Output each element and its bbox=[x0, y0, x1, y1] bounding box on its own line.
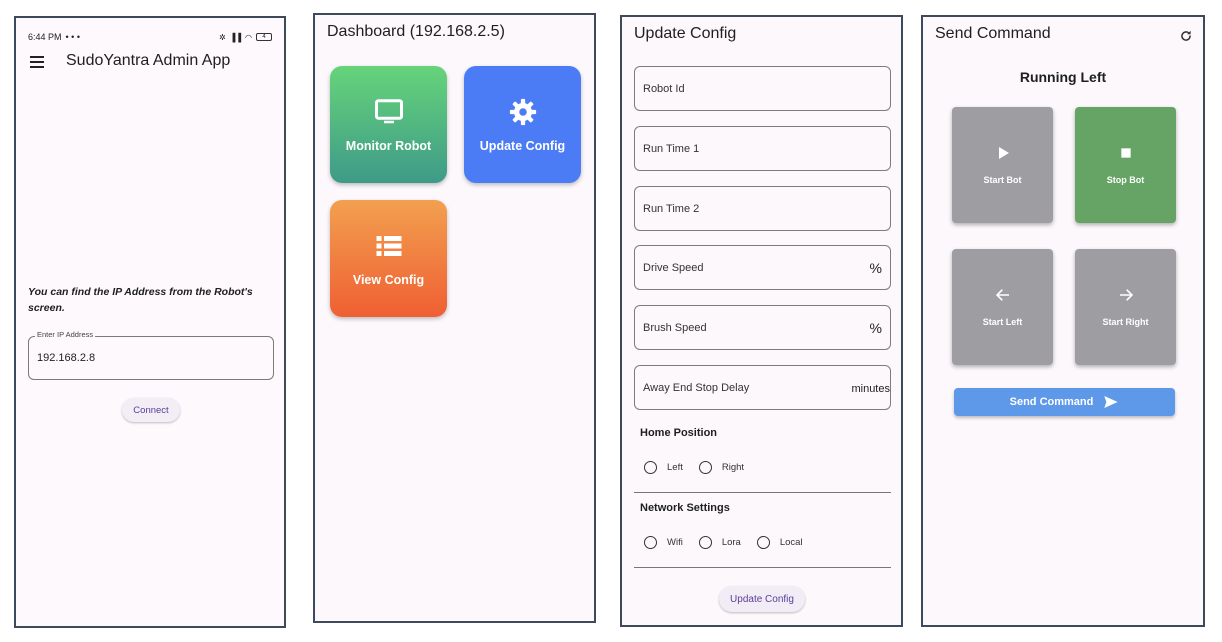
page-title: Send Command bbox=[935, 25, 1051, 42]
ip-address-input[interactable]: Enter IP Address 192.168.2.8 bbox=[28, 330, 274, 380]
update-config-tile[interactable]: Update Config bbox=[464, 66, 581, 183]
field-label: Run Time 1 bbox=[643, 143, 700, 155]
app-title: SudoYantra Admin App bbox=[66, 52, 231, 69]
send-command-label: Send Command bbox=[1009, 396, 1094, 408]
field-label: Run Time 2 bbox=[643, 203, 700, 215]
radio-lora[interactable] bbox=[698, 536, 712, 549]
status-more: • • • bbox=[65, 32, 80, 42]
battery-icon: 4 bbox=[256, 33, 272, 41]
percent-suffix: % bbox=[869, 260, 882, 276]
monitor-robot-tile[interactable]: Monitor Robot bbox=[330, 66, 447, 183]
view-config-tile[interactable]: View Config bbox=[330, 200, 447, 317]
monitor-icon bbox=[374, 98, 403, 123]
dashboard-screen: Dashboard (192.168.2.5) Monitor Robot Up… bbox=[313, 13, 596, 623]
away-end-stop-delay-input[interactable]: Away End Stop Delay minutes bbox=[634, 365, 891, 410]
status-time: 6:44 PM bbox=[28, 32, 62, 42]
play-icon bbox=[998, 147, 1009, 159]
bluetooth-icon: ✲ bbox=[218, 32, 226, 42]
status-bar: 6:44 PM • • • ✲ ▐▐ ◠ 4 bbox=[28, 30, 272, 44]
update-config-button[interactable]: Update Config bbox=[719, 586, 805, 612]
field-label: Robot Id bbox=[643, 83, 685, 95]
radio-label-lora: Lora bbox=[721, 537, 741, 548]
command-label: Stop Bot bbox=[1106, 175, 1145, 185]
wifi-icon: ◠ bbox=[245, 32, 252, 42]
field-label: Drive Speed bbox=[643, 262, 704, 274]
percent-suffix: % bbox=[869, 320, 882, 336]
ip-address-label: Enter IP Address bbox=[35, 330, 96, 339]
ip-hint: You can find the IP Address from the Rob… bbox=[28, 286, 253, 314]
field-label: Away End Stop Delay bbox=[643, 382, 750, 394]
start-left-button[interactable]: Start Left bbox=[952, 249, 1053, 365]
radio-right[interactable] bbox=[698, 461, 712, 474]
page-title: Update Config bbox=[634, 25, 737, 42]
gear-icon bbox=[509, 98, 536, 125]
stop-icon bbox=[1120, 148, 1131, 158]
menu-icon[interactable] bbox=[30, 56, 44, 68]
arrow-left-icon bbox=[995, 289, 1009, 301]
arrow-right-icon bbox=[1119, 289, 1133, 301]
tile-label: Monitor Robot bbox=[345, 138, 432, 153]
running-status: Running Left bbox=[1019, 69, 1107, 85]
command-label: Start Left bbox=[982, 317, 1023, 327]
radio-label-left: Left bbox=[667, 462, 683, 473]
page-title: Dashboard (192.168.2.5) bbox=[327, 23, 505, 40]
radio-left[interactable] bbox=[644, 461, 657, 474]
send-icon bbox=[1104, 396, 1119, 408]
brush-speed-input[interactable]: Brush Speed % bbox=[634, 305, 891, 350]
radio-local[interactable] bbox=[756, 536, 770, 549]
signal-icon: ▐▐ bbox=[229, 32, 242, 42]
update-config-screen: Update Config Robot Id Run Time 1 Run Ti… bbox=[620, 15, 903, 627]
radio-label-wifi: Wifi bbox=[667, 537, 683, 548]
ip-address-value: 192.168.2.8 bbox=[37, 352, 96, 364]
network-radio-group: Wifi Lora Local bbox=[644, 536, 819, 549]
tile-label: View Config bbox=[352, 272, 425, 287]
run-time-2-input[interactable]: Run Time 2 bbox=[634, 186, 891, 231]
field-label: Brush Speed bbox=[643, 322, 707, 334]
run-time-1-input[interactable]: Run Time 1 bbox=[634, 126, 891, 171]
send-command-screen: Send Command Running Left Start Bot Stop… bbox=[921, 15, 1205, 627]
radio-label-local: Local bbox=[779, 537, 803, 548]
start-bot-button[interactable]: Start Bot bbox=[952, 107, 1053, 223]
divider bbox=[634, 492, 891, 493]
connect-button[interactable]: Connect bbox=[122, 398, 180, 422]
login-screen: 6:44 PM • • • ✲ ▐▐ ◠ 4 SudoYantra Admin … bbox=[14, 16, 286, 628]
home-position-heading: Home Position bbox=[640, 427, 718, 439]
tile-label: Update Config bbox=[479, 138, 566, 153]
home-position-radio-group: Left Right bbox=[644, 461, 760, 474]
radio-wifi[interactable] bbox=[644, 536, 657, 549]
command-label: Start Bot bbox=[983, 175, 1022, 185]
minutes-suffix: minutes bbox=[851, 383, 890, 395]
divider bbox=[634, 567, 891, 568]
refresh-icon[interactable] bbox=[1179, 29, 1193, 43]
list-icon bbox=[376, 235, 401, 256]
send-command-button[interactable]: Send Command bbox=[954, 388, 1175, 416]
drive-speed-input[interactable]: Drive Speed % bbox=[634, 245, 891, 290]
stop-bot-button[interactable]: Stop Bot bbox=[1075, 107, 1176, 223]
start-right-button[interactable]: Start Right bbox=[1075, 249, 1176, 365]
network-settings-heading: Network Settings bbox=[640, 502, 730, 514]
radio-label-right: Right bbox=[721, 462, 745, 473]
command-label: Start Right bbox=[1102, 317, 1149, 327]
robot-id-input[interactable]: Robot Id bbox=[634, 66, 891, 111]
